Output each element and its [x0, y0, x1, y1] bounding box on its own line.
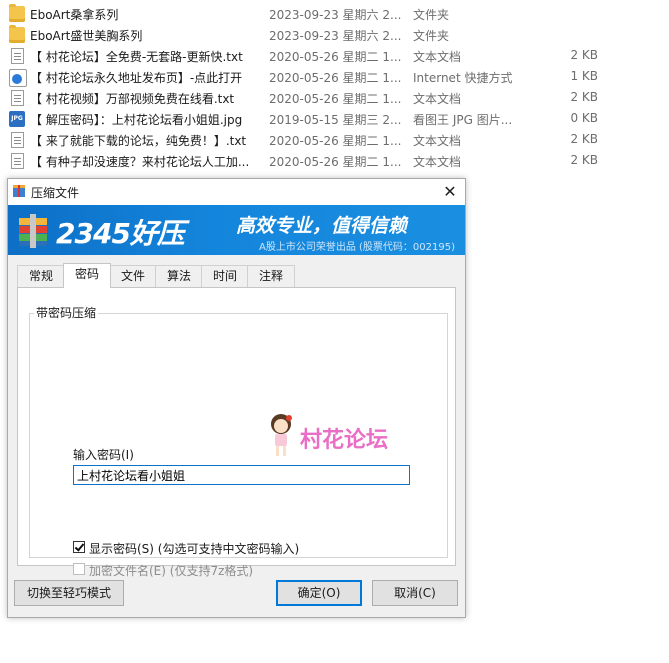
- file-type: 文本文档: [413, 92, 462, 106]
- forum-logo-text: 村花论坛: [300, 428, 389, 453]
- banner-subtitle: A股上市公司荣誉出品 (股票代码：002195): [259, 242, 455, 253]
- banner-slogan: 高效专业，值得信赖: [236, 215, 408, 237]
- cancel-button[interactable]: 取消(C): [372, 580, 458, 606]
- file-date: 2020-05-26 星期二 1...: [269, 155, 402, 169]
- dialog-titlebar[interactable]: 压缩文件 ✕: [8, 179, 465, 205]
- file-row[interactable]: 【 村花视频】万部视频免费在线看.txt 2020-05-26 星期二 1...…: [0, 87, 669, 108]
- internet-shortcut-icon: [9, 69, 27, 87]
- file-size: 2 KB: [570, 90, 598, 104]
- tab-algorithm[interactable]: 算法: [155, 265, 203, 287]
- text-file-icon: [11, 153, 24, 169]
- file-row[interactable]: 【 村花论坛永久地址发布页】-点此打开 2020-05-26 星期二 1... …: [0, 66, 669, 87]
- file-row[interactable]: JPG 【 解压密码】：上村花论坛看小姐姐.jpg 2019-05-15 星期三…: [0, 108, 669, 129]
- banner-brand: 2345好压: [56, 217, 185, 250]
- file-date: 2020-05-26 星期二 1...: [269, 50, 402, 64]
- password-input[interactable]: [73, 465, 410, 485]
- file-size: 1 KB: [570, 69, 598, 83]
- haozip-logo-icon: [19, 214, 47, 248]
- show-password-label: 显示密码(S) (勾选可支持中文密码输入): [89, 542, 300, 556]
- compress-dialog: 压缩文件 ✕ 2345好压 高效专业，值得信赖 A股上市公司荣誉出品 (股票代码…: [7, 178, 466, 618]
- file-size: 0 KB: [570, 111, 598, 125]
- file-row[interactable]: 【 有种子却没速度？来村花论坛人工加... 2020-05-26 星期二 1..…: [0, 150, 669, 171]
- file-size: 2 KB: [570, 153, 598, 167]
- file-type: 文件夹: [413, 8, 450, 22]
- tab-time[interactable]: 时间: [201, 265, 249, 287]
- tab-password[interactable]: 密码: [63, 263, 111, 288]
- text-file-icon: [11, 132, 24, 148]
- tab-comment[interactable]: 注释: [247, 265, 295, 287]
- file-name: EboArt桑拿系列: [30, 8, 119, 22]
- file-name: 【 来了就能下载的论坛，纯免费！】.txt: [30, 134, 247, 148]
- file-type: 看图王 JPG 图片...: [413, 113, 513, 127]
- archive-app-icon: [13, 185, 25, 197]
- text-file-icon: [11, 90, 24, 106]
- group-title: 带密码压缩: [34, 304, 99, 321]
- close-icon: ✕: [443, 182, 457, 201]
- file-type: 文本文档: [413, 50, 462, 64]
- file-row[interactable]: 【 来了就能下载的论坛，纯免费！】.txt 2020-05-26 星期二 1..…: [0, 129, 669, 150]
- password-panel: 带密码压缩 村花论坛 输入密码(I) 显示密码(S) (勾选可支持中文密码输入)…: [17, 287, 456, 578]
- file-name: EboArt盛世美胸系列: [30, 29, 143, 43]
- encrypt-filenames-checkbox[interactable]: [73, 563, 85, 575]
- file-type: 文本文档: [413, 134, 462, 148]
- close-button[interactable]: ✕: [435, 179, 465, 205]
- file-size: 2 KB: [570, 132, 598, 146]
- forum-logo: 村花论坛: [268, 413, 418, 463]
- file-row[interactable]: EboArt桑拿系列 2023-09-23 星期六 2... 文件夹: [0, 3, 669, 24]
- password-label: 输入密码(I): [73, 448, 134, 462]
- file-size: 2 KB: [570, 48, 598, 62]
- jpg-file-icon: JPG: [9, 111, 25, 127]
- file-type: 文本文档: [413, 155, 462, 169]
- show-password-checkbox[interactable]: [73, 541, 85, 553]
- switch-mode-button[interactable]: 切换至轻巧模式: [14, 580, 124, 606]
- file-name: 【 解压密码】：上村花论坛看小姐姐.jpg: [30, 113, 243, 127]
- ok-button[interactable]: 确定(O): [276, 580, 362, 606]
- file-name: 【 村花论坛】全免费-无套路-更新快.txt: [30, 50, 243, 64]
- file-date: 2023-09-23 星期六 2...: [269, 8, 402, 22]
- folder-icon: [9, 4, 25, 22]
- file-name: 【 有种子却没速度？来村花论坛人工加...: [30, 155, 250, 169]
- encrypt-filenames-label: 加密文件名(E) (仅支持7z格式): [89, 564, 254, 578]
- file-date: 2020-05-26 星期二 1...: [269, 134, 402, 148]
- text-file-icon: [11, 48, 24, 64]
- file-row[interactable]: 【 村花论坛】全免费-无套路-更新快.txt 2020-05-26 星期二 1.…: [0, 45, 669, 66]
- folder-icon: [9, 25, 25, 43]
- file-name: 【 村花视频】万部视频免费在线看.txt: [30, 92, 235, 106]
- file-type: 文件夹: [413, 29, 450, 43]
- cartoon-girl-icon: [271, 414, 292, 456]
- file-date: 2019-05-15 星期三 2...: [269, 113, 402, 127]
- file-date: 2023-09-23 星期六 2...: [269, 29, 402, 43]
- tab-files[interactable]: 文件: [109, 265, 157, 287]
- tab-general[interactable]: 常规: [17, 265, 65, 287]
- file-name: 【 村花论坛永久地址发布页】-点此打开: [30, 71, 243, 85]
- file-date: 2020-05-26 星期二 1...: [269, 71, 402, 85]
- file-row[interactable]: EboArt盛世美胸系列 2023-09-23 星期六 2... 文件夹: [0, 24, 669, 45]
- haozip-banner: 2345好压 高效专业，值得信赖 A股上市公司荣誉出品 (股票代码：002195…: [8, 205, 465, 255]
- dialog-title: 压缩文件: [31, 186, 80, 200]
- file-date: 2020-05-26 星期二 1...: [269, 92, 402, 106]
- file-type: Internet 快捷方式: [413, 71, 513, 85]
